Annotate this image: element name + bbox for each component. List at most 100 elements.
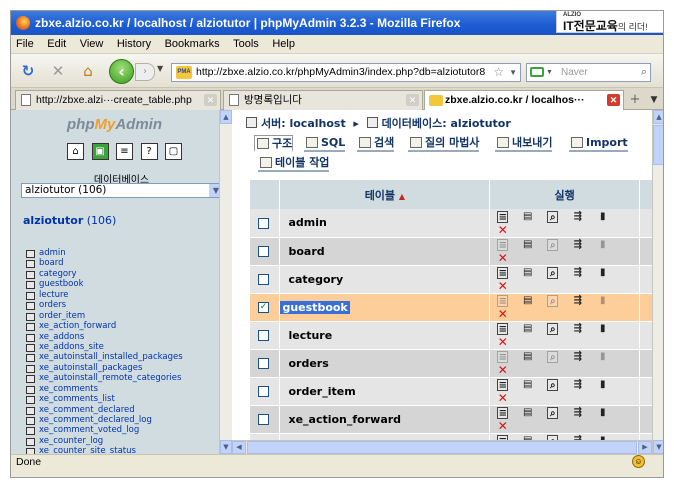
sidebar-table-item[interactable]: board [25, 258, 183, 269]
structure-icon[interactable]: ▤ [522, 211, 533, 223]
empty-icon[interactable]: ▮ [597, 211, 608, 223]
table-row[interactable]: category ≡ ▤ ⌕ ⇶ ▮ ✕ [250, 265, 663, 294]
table-name-link[interactable]: xe_action_forward [280, 413, 401, 426]
search-icon[interactable]: ⌕ [547, 210, 559, 223]
search-box[interactable]: ▼ Naver ⌕ [526, 63, 651, 82]
mysql-docs-icon[interactable]: ▢ [165, 143, 182, 160]
structure-icon[interactable]: ▤ [522, 239, 533, 251]
browse-icon[interactable]: ≡ [497, 323, 509, 335]
tab-phpmyadmin[interactable]: zbxe.alzio.co.kr / localhos··· ✕ [424, 90, 624, 111]
empty-icon[interactable]: ▮ [597, 323, 608, 335]
sidebar-table-item[interactable]: order_item [25, 311, 183, 322]
search-engine-icon[interactable] [530, 67, 544, 77]
tab-query-wizard[interactable]: 질의 마법사 [408, 135, 480, 152]
browse-icon[interactable]: ≡ [497, 407, 509, 419]
sidebar-table-item[interactable]: xe_autoinstall_remote_categories [25, 373, 183, 384]
stop-icon[interactable]: ✕ [49, 62, 67, 80]
drop-icon[interactable]: ✕ [497, 364, 508, 376]
drop-icon[interactable]: ✕ [497, 280, 508, 292]
row-checkbox[interactable] [258, 414, 269, 425]
sidebar-table-item[interactable]: lecture [25, 290, 183, 301]
search-icon[interactable]: ⌕ [547, 351, 559, 363]
history-dropdown-icon[interactable]: ▼ [157, 64, 163, 73]
table-name-link[interactable]: lecture [280, 329, 332, 342]
row-checkbox[interactable] [258, 386, 269, 397]
insert-icon[interactable]: ⇶ [572, 239, 583, 251]
database-title[interactable]: alziotutor (106) [23, 214, 116, 227]
table-name-link[interactable]: board [280, 245, 324, 258]
bookmark-star-icon[interactable]: ☆ [493, 64, 504, 81]
reload-icon[interactable]: ↻ [19, 62, 37, 80]
search-icon[interactable]: ⌕ [547, 379, 559, 391]
forward-button[interactable]: › [135, 63, 155, 81]
close-tab-icon[interactable]: ✕ [406, 94, 419, 106]
table-name-link[interactable]: guestbook [280, 300, 350, 314]
table-row[interactable]: order_item ≡ ▤ ⌕ ⇶ ▮ ✕ [250, 377, 663, 406]
empty-icon[interactable]: ▮ [597, 295, 608, 307]
scroll-right-icon[interactable]: ▶ [638, 441, 652, 454]
search-icon[interactable]: ⌕ [547, 407, 559, 419]
row-checkbox[interactable] [258, 330, 269, 341]
insert-icon[interactable]: ⇶ [572, 351, 583, 363]
new-tab-icon[interactable]: + [625, 91, 645, 109]
browse-icon[interactable]: ≡ [497, 239, 509, 251]
insert-icon[interactable]: ⇶ [572, 267, 583, 279]
insert-icon[interactable]: ⇶ [572, 379, 583, 391]
sidebar-scrollbar[interactable]: ▲ ▼ [219, 110, 232, 454]
exit-icon[interactable]: ▣ [91, 143, 109, 160]
row-checkbox[interactable] [258, 246, 269, 257]
insert-icon[interactable]: ⇶ [572, 407, 583, 419]
search-icon[interactable]: ⌕ [547, 295, 559, 307]
tab-search[interactable]: 검색 [357, 135, 395, 152]
browse-icon[interactable]: ≡ [497, 267, 509, 279]
sidebar-table-item[interactable]: xe_comment_voted_log [25, 425, 183, 436]
menu-file[interactable]: File [11, 35, 39, 50]
browse-icon[interactable]: ≡ [497, 295, 509, 307]
menu-edit[interactable]: Edit [42, 35, 71, 50]
drop-icon[interactable]: ✕ [497, 336, 508, 348]
tab-export[interactable]: 내보내기 [495, 135, 553, 152]
empty-icon[interactable]: ▮ [597, 267, 608, 279]
browse-icon[interactable]: ≡ [497, 210, 509, 223]
table-row[interactable]: xe_action_forward ≡ ▤ ⌕ ⇶ ▮ ✕ [250, 405, 663, 434]
menu-history[interactable]: History [112, 35, 156, 50]
browse-icon[interactable]: ≡ [497, 351, 509, 363]
browse-icon[interactable]: ≡ [497, 379, 509, 391]
structure-icon[interactable]: ▤ [522, 379, 533, 391]
tab-structure[interactable]: 구조 [254, 135, 294, 152]
home-icon[interactable]: ⌂ [67, 143, 84, 160]
search-icon[interactable]: ⌕ [547, 267, 559, 279]
sidebar-table-item[interactable]: xe_comment_declared [25, 405, 183, 415]
sidebar-table-item[interactable]: xe_addons_site [25, 342, 183, 353]
tab-sql[interactable]: SQL [304, 135, 346, 152]
scroll-left-icon[interactable]: ◀ [232, 441, 246, 454]
menu-view[interactable]: View [75, 35, 109, 50]
table-row[interactable]: ✓ guestbook ≡ ▤ ⌕ ⇶ ▮ ✕ [250, 293, 663, 322]
empty-icon[interactable]: ▮ [597, 407, 608, 419]
tab-create-table[interactable]: http://zbxe.alzi···create_table.php ✕ [15, 90, 221, 110]
table-name-link[interactable]: category [280, 273, 343, 286]
scroll-up-icon[interactable]: ▲ [220, 110, 232, 124]
empty-icon[interactable]: ▮ [597, 351, 608, 363]
insert-icon[interactable]: ⇶ [572, 295, 583, 307]
row-checkbox[interactable] [258, 274, 269, 285]
breadcrumb-database[interactable]: 데이터베이스: alziotutor [382, 117, 511, 130]
table-name-link[interactable]: admin [280, 216, 326, 229]
sidebar-table-item[interactable]: admin [25, 248, 183, 259]
close-tab-icon[interactable]: ✕ [607, 94, 620, 106]
sidebar-table-item[interactable]: category [25, 269, 183, 280]
scroll-down-icon[interactable]: ▼ [220, 440, 232, 454]
search-icon[interactable]: ⌕ [547, 323, 559, 335]
sidebar-table-item[interactable]: guestbook [25, 279, 183, 290]
structure-icon[interactable]: ▤ [522, 323, 533, 335]
drop-icon[interactable]: ✕ [497, 252, 508, 264]
sidebar-table-item[interactable]: xe_counter_site_status [25, 446, 183, 454]
tab-list-dropdown-icon[interactable]: ▼ [647, 91, 661, 109]
drop-icon[interactable]: ✕ [497, 392, 508, 404]
phpmyadmin-logo[interactable]: phpMyAdmin [67, 116, 162, 133]
address-bar[interactable]: PMA http://zbxe.alzio.co.kr/phpMyAdmin3/… [171, 63, 521, 82]
structure-icon[interactable]: ▤ [522, 407, 533, 419]
sidebar-table-item[interactable]: xe_autoinstall_installed_packages [25, 352, 183, 363]
structure-icon[interactable]: ▤ [522, 295, 533, 307]
sidebar-table-item[interactable]: xe_comment_declared_log [25, 415, 183, 426]
